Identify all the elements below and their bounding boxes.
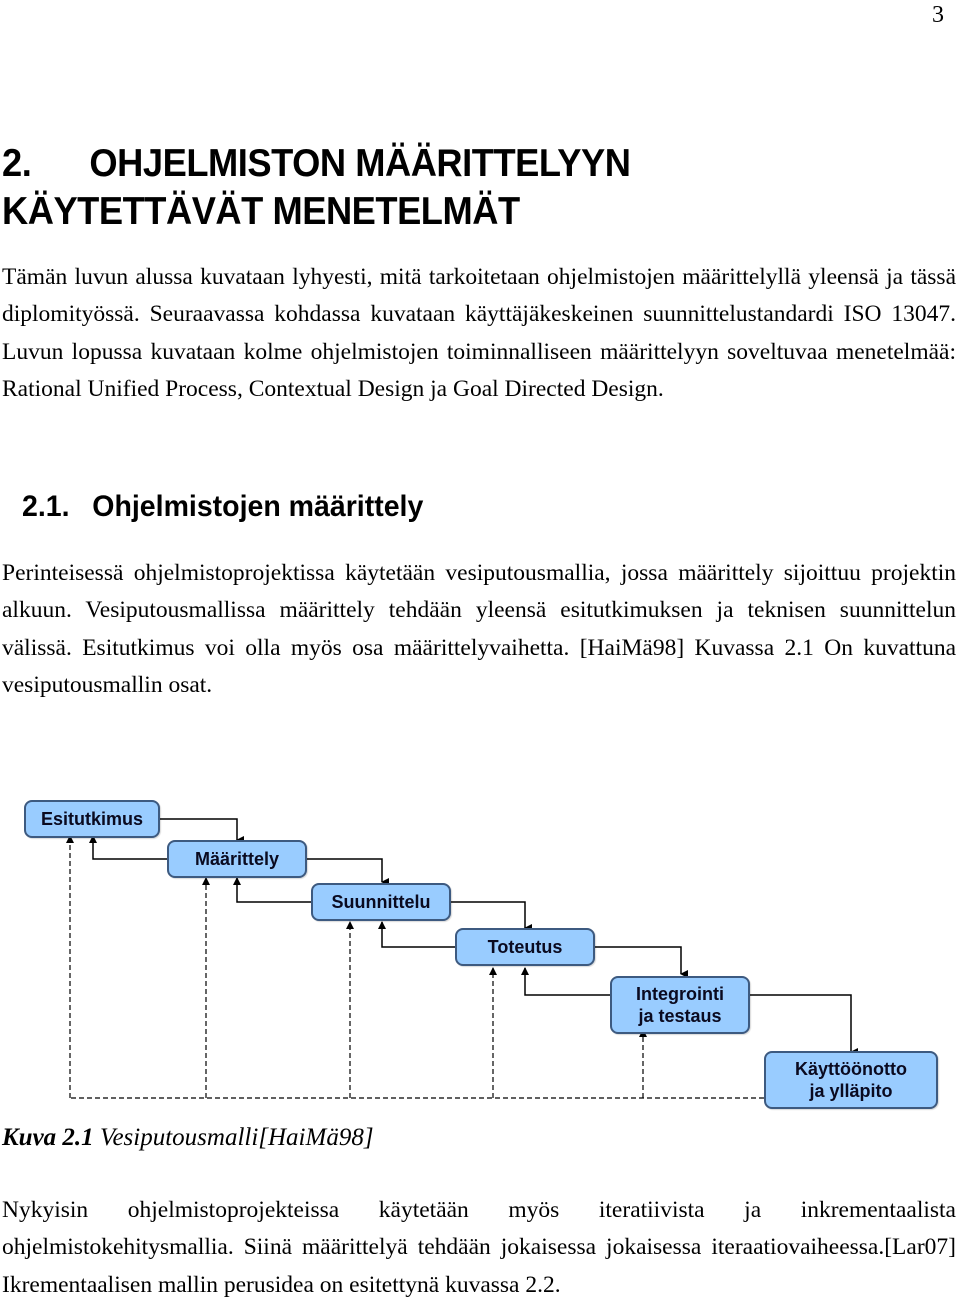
- phase-label-line-2: ja testaus: [638, 1006, 722, 1026]
- section-title-text: Ohjelmistojen määrittely: [92, 490, 424, 523]
- section-title: 2.1. Ohjelmistojen määrittely: [22, 490, 423, 524]
- closing-paragraph: Nykyisin ohjelmistoprojekteissa käytetää…: [2, 1197, 956, 1298]
- phase-label-line-1: Käyttöönotto: [795, 1059, 907, 1079]
- chapter-title-text-1: OHJELMISTON MÄÄRITTELYYN: [89, 142, 631, 185]
- phase-esitutkimus: Esitutkimus: [24, 800, 160, 838]
- figure-caption-text: Vesiputousmalli[HaiMä98]: [93, 1124, 374, 1151]
- waterfall-diagram: Esitutkimus Määrittely Suunnittelu Toteu…: [0, 790, 960, 1120]
- phase-toteutus: Toteutus: [455, 928, 595, 966]
- arrow-integrointi-toteutus: [521, 967, 614, 996]
- arrow-suunnittelu-maarittely: [233, 877, 314, 903]
- arrow-toteutus-suunnittelu: [378, 921, 458, 948]
- chapter-title: 2. OHJELMISTON MÄÄRITTELYYN KÄYTETTÄVÄT M…: [2, 140, 631, 236]
- section-number: 2.1.: [22, 490, 70, 523]
- phase-maarittely: Määrittely: [167, 840, 307, 878]
- figure-caption: Kuva 2.1 Vesiputousmalli[HaiMä98]: [2, 1124, 374, 1152]
- phase-label-line-2: ja ylläpito: [809, 1081, 893, 1101]
- chapter-title-line-2: KÄYTETTÄVÄT MENETELMÄT: [2, 190, 520, 233]
- arrow-suunnittelu-toteutus: [446, 901, 532, 932]
- figure-caption-label: Kuva 2.1: [2, 1124, 94, 1151]
- intro-paragraph: Tämän luvun alussa kuvataan lyhyesti, mi…: [2, 264, 956, 403]
- arrow-maarittely-suunnittelu: [302, 858, 389, 886]
- phase-label: Toteutus: [487, 937, 563, 957]
- chapter-number: 2.: [2, 142, 32, 185]
- phase-suunnittelu: Suunnittelu: [311, 883, 451, 921]
- phase-kayttoonotto: Käyttöönotto ja ylläpito: [764, 1051, 938, 1109]
- phase-label-line-1: Integrointi: [636, 984, 724, 1004]
- phase-label: Esitutkimus: [40, 809, 144, 829]
- arrow-integrointi-kayttoonotto: [750, 994, 858, 1056]
- arrow-maarittely-esitutkimus: [89, 835, 170, 860]
- section-paragraph: Perinteisessä ohjelmistoprojektissa käyt…: [2, 560, 956, 699]
- chapter-title-line-1: 2. OHJELMISTON MÄÄRITTELYYN: [2, 140, 631, 188]
- phase-label: Määrittely: [194, 849, 280, 869]
- page-number: 3: [932, 2, 944, 28]
- arrow-esitutkimus-maarittely: [158, 818, 244, 844]
- phase-label: Suunnittelu: [331, 892, 431, 912]
- arrow-toteutus-integrointi: [590, 946, 688, 978]
- phase-integrointi: Integrointi ja testaus: [610, 976, 750, 1034]
